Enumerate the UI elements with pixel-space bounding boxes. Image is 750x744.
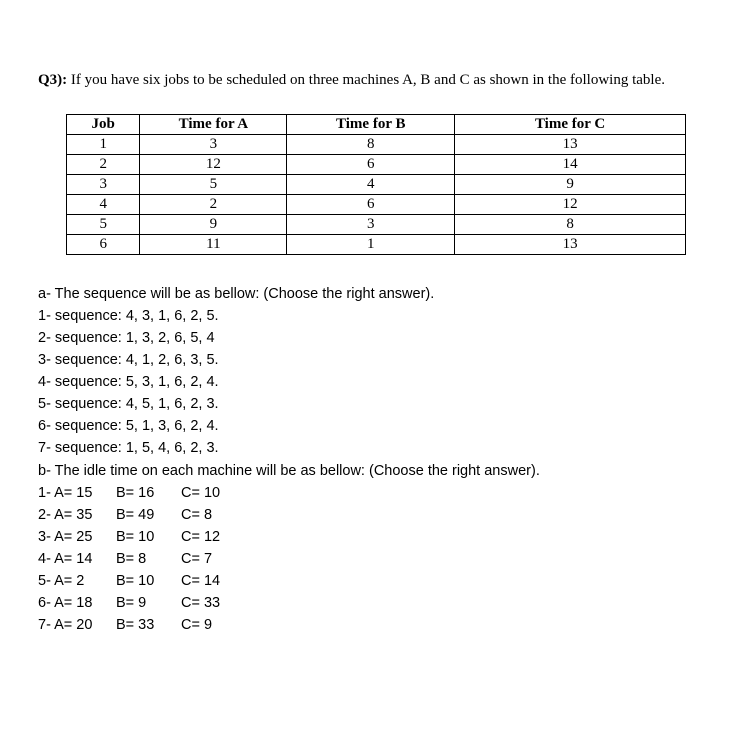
cell: 6 bbox=[67, 235, 140, 255]
cell: 1 bbox=[287, 235, 455, 255]
cell: 13 bbox=[455, 235, 686, 255]
idle-option-row: 7- A= 20 B= 33 C= 9 bbox=[38, 614, 712, 636]
jobs-table: Job Time for A Time for B Time for C 1 3… bbox=[66, 114, 686, 255]
cell: 3 bbox=[67, 175, 140, 195]
idle-c: C= 7 bbox=[181, 548, 212, 570]
cell: 3 bbox=[287, 215, 455, 235]
idle-option-row: 5- A= 2 B= 10 C= 14 bbox=[38, 570, 712, 592]
part-a-section: a- The sequence will be as bellow: (Choo… bbox=[38, 283, 712, 459]
header-job: Job bbox=[67, 115, 140, 135]
idle-b: B= 49 bbox=[116, 504, 181, 526]
cell: 5 bbox=[67, 215, 140, 235]
idle-c: C= 12 bbox=[181, 526, 220, 548]
cell: 9 bbox=[140, 215, 287, 235]
cell: 8 bbox=[455, 215, 686, 235]
idle-c: C= 14 bbox=[181, 570, 220, 592]
cell: 4 bbox=[287, 175, 455, 195]
table-row: 2 12 6 14 bbox=[67, 155, 686, 175]
question-text: If you have six jobs to be scheduled on … bbox=[71, 72, 665, 88]
idle-a: 2- A= 35 bbox=[38, 504, 116, 526]
cell: 12 bbox=[140, 155, 287, 175]
cell: 6 bbox=[287, 155, 455, 175]
cell: 11 bbox=[140, 235, 287, 255]
idle-c: C= 33 bbox=[181, 592, 220, 614]
cell: 1 bbox=[67, 135, 140, 155]
question-header: Q3): If you have six jobs to be schedule… bbox=[38, 70, 712, 90]
sequence-option: 6- sequence: 5, 1, 3, 6, 2, 4. bbox=[38, 415, 712, 437]
idle-time-grid: 1- A= 15 B= 16 C= 10 2- A= 35 B= 49 C= 8… bbox=[38, 482, 712, 636]
sequence-option: 2- sequence: 1, 3, 2, 6, 5, 4 bbox=[38, 327, 712, 349]
idle-c: C= 9 bbox=[181, 614, 212, 636]
header-time-c: Time for C bbox=[455, 115, 686, 135]
idle-option-row: 2- A= 35 B= 49 C= 8 bbox=[38, 504, 712, 526]
sequence-option: 1- sequence: 4, 3, 1, 6, 2, 5. bbox=[38, 305, 712, 327]
idle-a: 5- A= 2 bbox=[38, 570, 116, 592]
cell: 6 bbox=[287, 195, 455, 215]
idle-option-row: 4- A= 14 B= 8 C= 7 bbox=[38, 548, 712, 570]
idle-a: 3- A= 25 bbox=[38, 526, 116, 548]
table-row: 3 5 4 9 bbox=[67, 175, 686, 195]
cell: 5 bbox=[140, 175, 287, 195]
header-time-b: Time for B bbox=[287, 115, 455, 135]
part-b-section: b- The idle time on each machine will be… bbox=[38, 460, 712, 482]
cell: 9 bbox=[455, 175, 686, 195]
idle-c: C= 8 bbox=[181, 504, 212, 526]
cell: 3 bbox=[140, 135, 287, 155]
part-b-prompt: b- The idle time on each machine will be… bbox=[38, 460, 712, 482]
question-label: Q3): bbox=[38, 72, 67, 88]
cell: 12 bbox=[455, 195, 686, 215]
idle-b: B= 10 bbox=[116, 526, 181, 548]
table-row: 6 11 1 13 bbox=[67, 235, 686, 255]
idle-option-row: 3- A= 25 B= 10 C= 12 bbox=[38, 526, 712, 548]
sequence-option: 4- sequence: 5, 3, 1, 6, 2, 4. bbox=[38, 371, 712, 393]
idle-b: B= 10 bbox=[116, 570, 181, 592]
part-a-prompt: a- The sequence will be as bellow: (Choo… bbox=[38, 283, 712, 305]
cell: 14 bbox=[455, 155, 686, 175]
idle-b: B= 16 bbox=[116, 482, 181, 504]
cell: 13 bbox=[455, 135, 686, 155]
cell: 2 bbox=[67, 155, 140, 175]
idle-a: 4- A= 14 bbox=[38, 548, 116, 570]
idle-option-row: 6- A= 18 B= 9 C= 33 bbox=[38, 592, 712, 614]
idle-b: B= 8 bbox=[116, 548, 181, 570]
table-row: 4 2 6 12 bbox=[67, 195, 686, 215]
idle-option-row: 1- A= 15 B= 16 C= 10 bbox=[38, 482, 712, 504]
table-row: 1 3 8 13 bbox=[67, 135, 686, 155]
table-header-row: Job Time for A Time for B Time for C bbox=[67, 115, 686, 135]
table-row: 5 9 3 8 bbox=[67, 215, 686, 235]
idle-a: 7- A= 20 bbox=[38, 614, 116, 636]
idle-a: 6- A= 18 bbox=[38, 592, 116, 614]
cell: 4 bbox=[67, 195, 140, 215]
cell: 2 bbox=[140, 195, 287, 215]
cell: 8 bbox=[287, 135, 455, 155]
header-time-a: Time for A bbox=[140, 115, 287, 135]
idle-b: B= 33 bbox=[116, 614, 181, 636]
data-table-wrap: Job Time for A Time for B Time for C 1 3… bbox=[38, 114, 712, 255]
idle-a: 1- A= 15 bbox=[38, 482, 116, 504]
idle-b: B= 9 bbox=[116, 592, 181, 614]
sequence-option: 7- sequence: 1, 5, 4, 6, 2, 3. bbox=[38, 437, 712, 459]
idle-c: C= 10 bbox=[181, 482, 220, 504]
sequence-option: 5- sequence: 4, 5, 1, 6, 2, 3. bbox=[38, 393, 712, 415]
sequence-option: 3- sequence: 4, 1, 2, 6, 3, 5. bbox=[38, 349, 712, 371]
